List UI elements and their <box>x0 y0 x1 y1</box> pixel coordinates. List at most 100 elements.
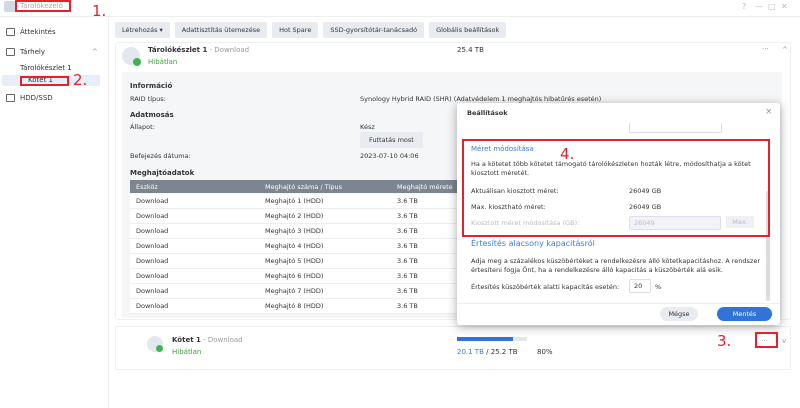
volume-status: Hibátlan <box>172 348 202 356</box>
table-cell: 3.6 TB <box>397 212 418 220</box>
state-label: Állapot: <box>130 123 155 131</box>
scrub-heading: Adatmosás <box>130 111 174 119</box>
threshold-input[interactable]: 20 <box>629 279 651 293</box>
table-row[interactable]: Download Meghajtó 1 (HDD) 3.6 TB <box>130 194 470 209</box>
hot-spare-button[interactable]: Hot Spare <box>272 22 319 38</box>
table-row[interactable]: Download Meghajtó 4 (HDD) 3.6 TB <box>130 239 470 254</box>
table-cell: Meghajtó 7 (HDD) <box>265 287 324 295</box>
expand-icon[interactable]: v <box>782 337 786 345</box>
table-cell: Download <box>136 212 169 220</box>
end-date-value: 2023-07-10 04:06 <box>360 152 419 160</box>
info-heading: Információ <box>130 82 173 90</box>
divider <box>108 16 109 408</box>
minimize-button[interactable]: — <box>755 2 763 11</box>
annotation-label-2: 2. <box>73 71 88 89</box>
annotation-box-4 <box>462 139 770 237</box>
table-cell: Download <box>136 302 169 310</box>
table-cell: Meghajtó 8 (HDD) <box>265 302 324 310</box>
save-button[interactable]: Mentés <box>717 307 772 321</box>
pool-status: Hibátlan <box>148 58 178 66</box>
table-cell: Meghajtó 6 (HDD) <box>265 272 324 280</box>
usage-bar-fill <box>457 337 513 341</box>
table-cell: Download <box>136 227 169 235</box>
volume-card <box>115 326 791 370</box>
create-button[interactable]: Létrehozás ▾ <box>115 22 170 38</box>
table-cell: Download <box>136 242 169 250</box>
usage-bar <box>457 337 527 341</box>
threshold-label: Értesítés küszöbérték alatti kapacitás e… <box>471 283 620 291</box>
table-cell: 3.6 TB <box>397 227 418 235</box>
table-cell: 3.6 TB <box>397 272 418 280</box>
maximize-button[interactable]: □ <box>768 2 776 11</box>
table-row[interactable]: Download Meghajtó 2 (HDD) 3.6 TB <box>130 209 470 224</box>
usage-percent: 80% <box>537 348 553 356</box>
cancel-button[interactable]: Mégse <box>660 307 698 321</box>
drives-heading: Meghajtóadatok <box>130 169 195 177</box>
divider <box>0 16 800 17</box>
toolbar: Létrehozás ▾ Adattisztítás ütemezése Hot… <box>115 22 507 38</box>
table-cell: Meghajtó 5 (HDD) <box>265 257 324 265</box>
table-row[interactable]: Download Meghajtó 3 (HDD) 3.6 TB <box>130 224 470 239</box>
raid-label: RAID típus: <box>130 95 166 103</box>
total-size: / 25.2 TB <box>483 348 518 356</box>
annotation-label-4: 4. <box>560 145 575 163</box>
raid-value: Synology Hybrid RAID (SHR) (Adatvédelem … <box>360 95 602 103</box>
chevron-up-icon: ^ <box>92 48 98 56</box>
table-cell: Download <box>136 257 169 265</box>
annotation-label-3: 3. <box>717 332 732 350</box>
table-cell: Meghajtó 2 (HDD) <box>265 212 324 220</box>
scrub-schedule-button[interactable]: Adattisztítás ütemezése <box>174 22 268 38</box>
table-cell: Download <box>136 197 169 205</box>
table-cell: 3.6 TB <box>397 287 418 295</box>
close-icon[interactable]: × <box>765 107 773 117</box>
more-icon[interactable]: ··· <box>762 45 769 53</box>
dialog-title: Beállítások <box>467 109 508 117</box>
overview-icon <box>6 28 15 36</box>
notify-heading: Értesítés alacsony kapacitásról <box>471 239 595 248</box>
run-now-button[interactable]: Futtatás most <box>360 132 423 148</box>
end-date-label: Befejezés dátuma: <box>130 152 191 160</box>
annotation-box-1 <box>15 0 71 12</box>
table-cell: Download <box>136 287 169 295</box>
table-row[interactable]: Download Meghajtó 5 (HDD) 3.6 TB <box>130 254 470 269</box>
close-button[interactable]: ✕ <box>781 2 788 11</box>
ssd-advisor-button[interactable]: SSD-gyorsítótár-tanácsadó <box>323 22 425 38</box>
volume-name: Kötet 1 <box>172 336 201 344</box>
sidebar-item-hdd-ssd[interactable]: HDD/SSD <box>6 94 53 102</box>
storage-icon <box>6 48 15 56</box>
hidden-input[interactable] <box>629 123 722 133</box>
divider <box>457 303 780 304</box>
notify-description: Adja meg a százalékos küszöbértéket a re… <box>471 257 761 274</box>
sidebar-item-storage[interactable]: Tárhely ^ <box>6 48 98 56</box>
check-icon <box>133 58 141 66</box>
annotation-label-1: 1. <box>92 2 107 20</box>
table-cell: Meghajtó 3 (HDD) <box>265 227 324 235</box>
annotation-box-2 <box>20 76 69 86</box>
state-value: Kész <box>360 123 375 131</box>
table-cell: 3.6 TB <box>397 302 418 310</box>
collapse-icon[interactable]: ^ <box>782 46 788 54</box>
table-cell: 3.6 TB <box>397 197 418 205</box>
table-row[interactable]: Download Meghajtó 6 (HDD) 3.6 TB <box>130 269 470 284</box>
table-cell: 3.6 TB <box>397 257 418 265</box>
table-cell: Download <box>136 272 169 280</box>
global-settings-button[interactable]: Globális beállítások <box>429 22 507 38</box>
table-cell: Meghajtó 4 (HDD) <box>265 242 324 250</box>
sidebar-item-pool-1[interactable]: Tárolókészlet 1 <box>20 64 72 72</box>
pool-size: 25.4 TB <box>457 46 484 54</box>
pool-icon <box>122 47 141 66</box>
table-cell: 3.6 TB <box>397 242 418 250</box>
sidebar-item-overview[interactable]: Áttekintés <box>6 28 56 36</box>
volume-icon <box>147 336 163 352</box>
pool-name: Tárolókészlet 1 <box>148 46 208 54</box>
table-row[interactable]: Download Meghajtó 7 (HDD) 3.6 TB <box>130 284 470 299</box>
drives-table-header: Eszköz Meghajtó száma / Típus Meghajtó mér… <box>130 180 470 193</box>
annotation-box-3 <box>755 332 778 348</box>
used-size: 20.1 TB <box>457 348 484 356</box>
threshold-unit: % <box>655 283 662 291</box>
table-cell: Meghajtó 1 (HDD) <box>265 197 324 205</box>
check-icon <box>156 345 163 352</box>
table-row[interactable]: Download Meghajtó 8 (HDD) 3.6 TB <box>130 299 470 314</box>
help-button[interactable]: ? <box>742 2 746 11</box>
hdd-icon <box>6 94 15 102</box>
